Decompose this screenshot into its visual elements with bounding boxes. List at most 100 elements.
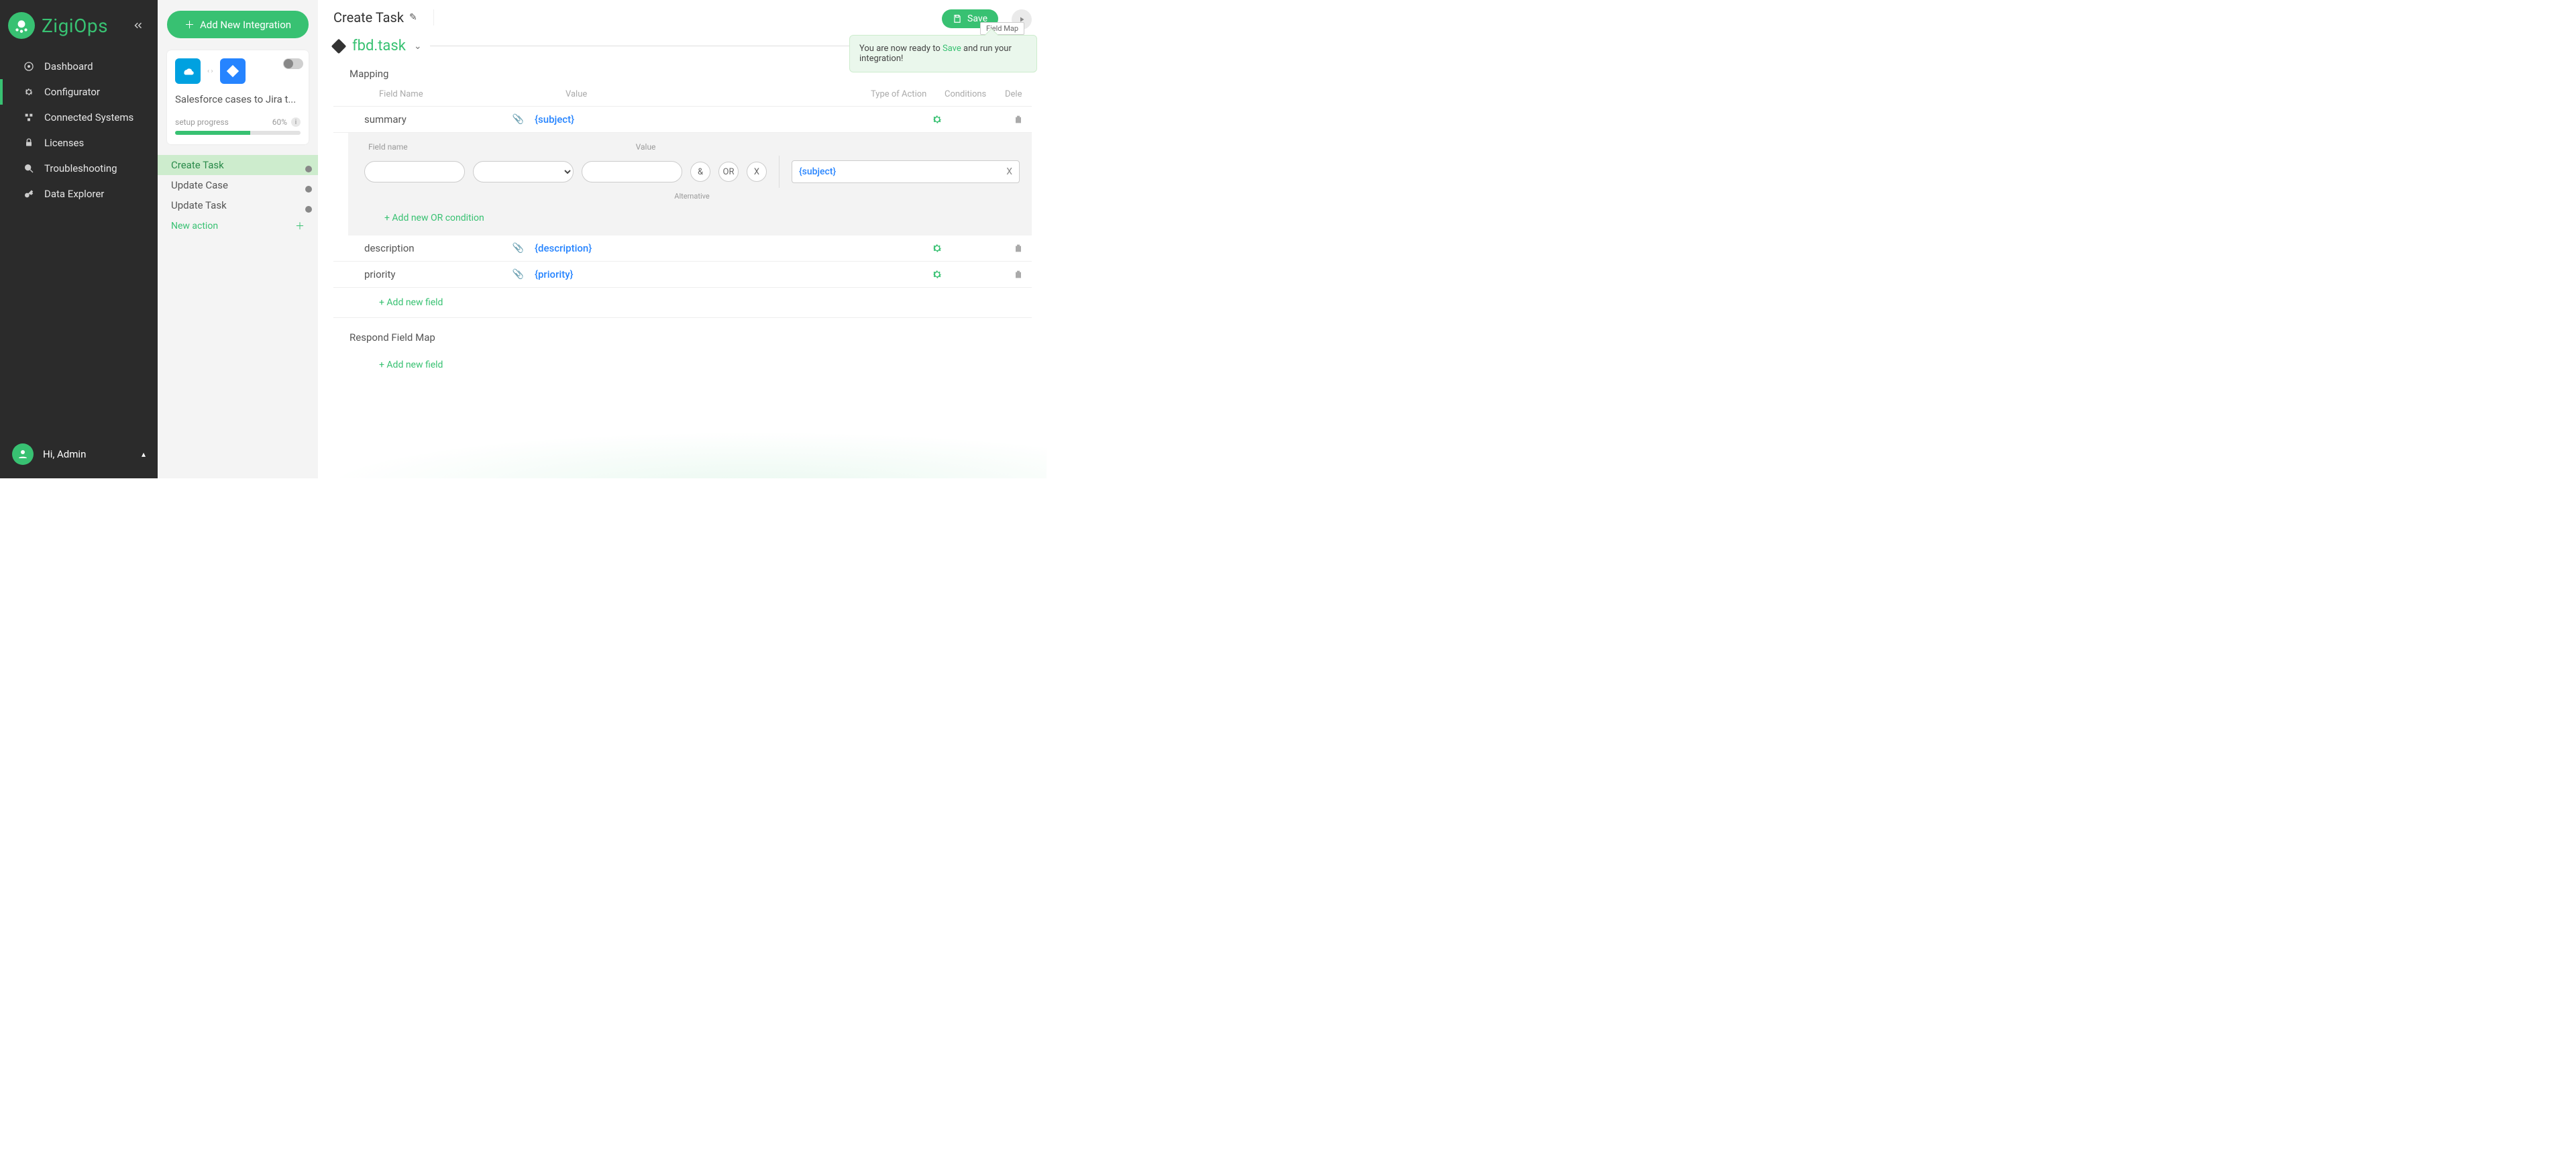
col-field: Field Name xyxy=(364,89,566,99)
row-settings[interactable] xyxy=(931,268,1005,280)
nav-configurator[interactable]: Configurator xyxy=(0,79,158,105)
nav-label: Data Explorer xyxy=(44,188,104,200)
diamond-icon xyxy=(331,38,347,54)
row-settings[interactable] xyxy=(931,113,1005,125)
field-value[interactable]: {subject} xyxy=(535,113,931,125)
x-chip[interactable]: X xyxy=(747,162,767,182)
editor-field-label: Field name xyxy=(368,142,408,152)
row-delete[interactable] xyxy=(1005,243,1032,254)
add-new-field[interactable]: + Add new field xyxy=(333,288,1032,318)
field-value[interactable]: {priority} xyxy=(535,268,931,280)
nav-label: Dashboard xyxy=(44,60,93,72)
field-name: summary xyxy=(364,113,407,125)
link-icon[interactable]: 📎 xyxy=(513,269,524,280)
condition-value-input[interactable] xyxy=(582,161,682,182)
key-icon xyxy=(23,188,35,200)
salesforce-icon xyxy=(175,58,201,84)
page-title: Create Task ✎ xyxy=(333,9,434,25)
brand-name: ZigiOps xyxy=(42,15,108,37)
nav-label: Licenses xyxy=(44,137,84,149)
save-icon xyxy=(953,14,962,23)
or-chip[interactable]: OR xyxy=(718,162,739,182)
field-value[interactable]: {description} xyxy=(535,242,931,254)
row-settings[interactable] xyxy=(931,242,1005,254)
arrow-icon: ‹ › xyxy=(207,68,213,75)
plus-icon: ＋ xyxy=(295,219,305,233)
chevron-down-icon[interactable]: ⌄ xyxy=(414,41,422,52)
respond-heading: Respond Field Map xyxy=(319,318,1046,350)
systems-row: ‹ › xyxy=(175,58,301,84)
mapping-row-priority[interactable]: priority 📎 {priority} xyxy=(333,262,1032,288)
row-delete[interactable] xyxy=(1005,269,1032,280)
and-chip[interactable]: & xyxy=(690,162,710,182)
lock-icon xyxy=(23,137,35,149)
progress-bar xyxy=(175,131,301,135)
nav-data-explorer[interactable]: Data Explorer xyxy=(0,181,158,207)
search-icon xyxy=(23,162,35,174)
progress-label: setup progress xyxy=(175,117,229,127)
logo-icon xyxy=(8,12,35,39)
col-cond: Conditions xyxy=(945,89,1005,99)
condition-editor: Field name Value & OR X {subject} X Alte… xyxy=(348,133,1032,235)
edit-title-icon[interactable]: ✎ xyxy=(409,12,417,23)
clear-value-icon[interactable]: X xyxy=(1006,166,1012,177)
columns-header: Field Name Value Type of Action Conditio… xyxy=(333,87,1032,107)
add-or-condition[interactable]: + Add new OR condition xyxy=(364,201,1020,229)
action-update-task[interactable]: Update Task xyxy=(158,195,318,215)
actions-list: Create Task Update Case Update Task New … xyxy=(158,155,318,237)
integration-toggle[interactable] xyxy=(283,58,303,69)
sidebar-footer[interactable]: Hi, Admin ▴ xyxy=(0,433,158,478)
section-title: fbd.task xyxy=(352,38,406,54)
action-label: Update Case xyxy=(171,179,228,191)
field-name: priority xyxy=(364,268,395,280)
nav-connected-systems[interactable]: Connected Systems xyxy=(0,105,158,130)
col-del: Dele xyxy=(1005,89,1032,99)
collapse-sidebar-button[interactable] xyxy=(129,17,147,34)
action-label: Update Task xyxy=(171,199,227,211)
field-name: description xyxy=(364,242,415,254)
systems-icon xyxy=(23,111,35,123)
page-title-text: Create Task xyxy=(333,9,404,25)
info-icon[interactable]: i xyxy=(291,117,301,127)
save-tooltip: Field Map You are now ready to Save and … xyxy=(849,35,1037,72)
alternative-label: Alternative xyxy=(364,192,1020,201)
add-integration-button[interactable]: ＋ Add New Integration xyxy=(167,11,309,38)
nav-dashboard[interactable]: Dashboard xyxy=(0,54,158,79)
main: Create Task ✎ Save Field Map You are now… xyxy=(319,0,1046,478)
mapping-row-summary[interactable]: summary 📎 {subject} xyxy=(333,107,1032,133)
tooltip-text-pre: You are now ready to xyxy=(859,44,943,54)
integration-panel: ＋ Add New Integration ‹ › Salesforce cas… xyxy=(158,0,319,478)
gear-icon xyxy=(23,86,35,98)
main-header: Create Task ✎ Save xyxy=(319,0,1046,35)
col-value: Value xyxy=(566,89,871,99)
mapped-value-box[interactable]: {subject} X xyxy=(792,160,1020,183)
editor-value-label: Value xyxy=(636,142,656,152)
link-icon[interactable]: 📎 xyxy=(513,243,524,254)
integration-title: Salesforce cases to Jira t... xyxy=(175,93,301,105)
action-create-task[interactable]: Create Task xyxy=(158,155,318,175)
tooltip-save-link[interactable]: Save xyxy=(943,44,961,54)
nav-label: Connected Systems xyxy=(44,111,133,123)
progress-row: setup progress 60% i xyxy=(175,117,301,127)
new-action-button[interactable]: New action ＋ xyxy=(158,215,318,237)
col-type: Type of Action xyxy=(871,89,945,99)
add-new-field-respond[interactable]: + Add new field xyxy=(333,350,1032,380)
condition-field-input[interactable] xyxy=(364,161,465,182)
nav-licenses[interactable]: Licenses xyxy=(0,130,158,156)
chevron-up-icon: ▴ xyxy=(142,449,146,459)
jira-icon xyxy=(220,58,246,84)
action-update-case[interactable]: Update Case xyxy=(158,175,318,195)
condition-operator-select[interactable] xyxy=(473,161,574,182)
mapping-row-description[interactable]: description 📎 {description} xyxy=(333,235,1032,262)
gauge-icon xyxy=(23,60,35,72)
integration-card[interactable]: ‹ › Salesforce cases to Jira t... setup … xyxy=(167,50,309,144)
nav-troubleshooting[interactable]: Troubleshooting xyxy=(0,156,158,181)
row-delete[interactable] xyxy=(1005,114,1032,125)
add-integration-label: Add New Integration xyxy=(200,19,291,31)
link-icon[interactable]: 📎 xyxy=(513,114,524,125)
logo-row: ZigiOps xyxy=(0,0,158,47)
progress-value: 60% xyxy=(272,117,287,127)
plus-icon: ＋ xyxy=(184,17,195,32)
user-greeting: Hi, Admin xyxy=(43,448,86,460)
nav: Dashboard Configurator Connected Systems… xyxy=(0,54,158,207)
